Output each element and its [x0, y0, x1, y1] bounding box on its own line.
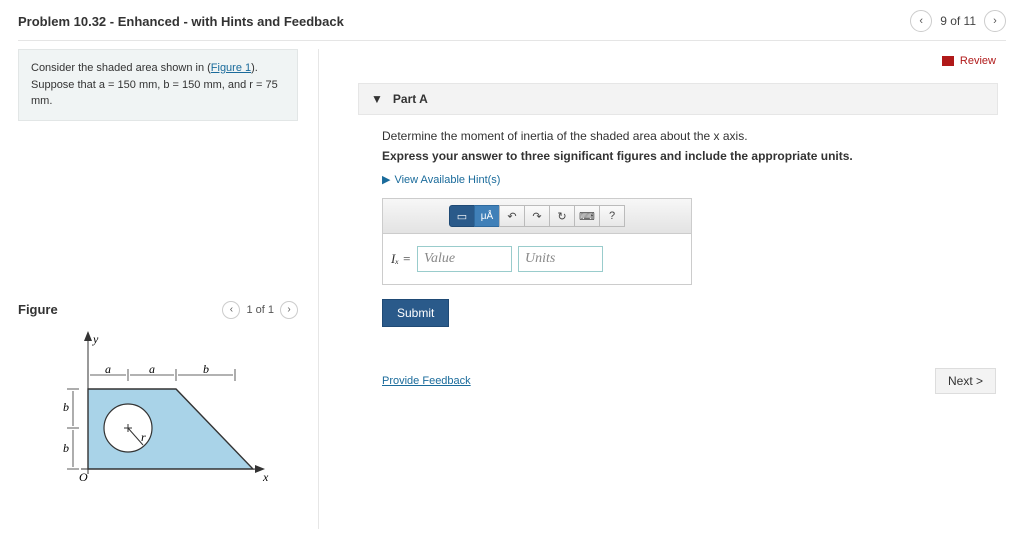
undo-button[interactable]: ↶ [499, 205, 525, 227]
next-problem-button[interactable]: › [984, 10, 1006, 32]
problem-pager-text: 9 of 11 [940, 14, 976, 28]
provide-feedback-link[interactable]: Provide Feedback [382, 375, 471, 387]
help-button[interactable]: ? [599, 205, 625, 227]
keyboard-button[interactable]: ⌨ [574, 205, 600, 227]
review-link[interactable]: Review [358, 55, 996, 67]
svg-text:y: y [92, 332, 99, 346]
problem-pager: ‹ 9 of 11 › [910, 10, 1006, 32]
figure-title: Figure [18, 302, 58, 317]
view-hints[interactable]: ▶ View Available Hint(s) [382, 173, 1000, 186]
units-input[interactable]: Units [518, 246, 603, 272]
template-button[interactable]: ▭ [449, 205, 475, 227]
problem-title: Problem 10.32 - Enhanced - with Hints an… [18, 14, 344, 29]
answer-toolbar: ▭ μÅ ↶ ↷ ↻ ⌨ ? [383, 199, 691, 234]
problem-statement: Consider the shaded area shown in (Figur… [18, 49, 298, 121]
figure-pager-text: 1 of 1 [246, 304, 274, 316]
svg-text:r: r [141, 430, 146, 444]
part-header[interactable]: ▼ Part A [358, 83, 998, 115]
symbols-button[interactable]: μÅ [474, 205, 500, 227]
prev-figure-button[interactable]: ‹ [222, 301, 240, 319]
redo-button[interactable]: ↷ [524, 205, 550, 227]
next-button[interactable]: Next > [935, 368, 996, 394]
figure-canvas: y x O a a b b b r [18, 329, 298, 504]
figure-pager: ‹ 1 of 1 › [222, 301, 298, 319]
flag-icon [942, 56, 954, 66]
svg-text:x: x [262, 470, 269, 484]
next-figure-button[interactable]: › [280, 301, 298, 319]
value-input[interactable]: Value [417, 246, 512, 272]
caret-down-icon: ▼ [371, 92, 383, 106]
svg-text:b: b [203, 362, 209, 376]
divider [18, 40, 1006, 41]
answer-box: ▭ μÅ ↶ ↷ ↻ ⌨ ? Iₓ = Value Units [382, 198, 692, 285]
question-line-1: Determine the moment of inertia of the s… [382, 129, 1000, 143]
svg-text:a: a [105, 362, 111, 376]
submit-button[interactable]: Submit [382, 299, 449, 327]
svg-text:b: b [63, 400, 69, 414]
reset-button[interactable]: ↻ [549, 205, 575, 227]
answer-lhs: Iₓ = [391, 251, 411, 267]
svg-text:a: a [149, 362, 155, 376]
prev-problem-button[interactable]: ‹ [910, 10, 932, 32]
figure-link[interactable]: Figure 1 [211, 62, 251, 74]
part-label: Part A [393, 92, 428, 106]
caret-right-icon: ▶ [382, 173, 390, 186]
svg-text:b: b [63, 441, 69, 455]
question-line-2: Express your answer to three significant… [382, 149, 1000, 163]
svg-text:O: O [79, 470, 88, 484]
